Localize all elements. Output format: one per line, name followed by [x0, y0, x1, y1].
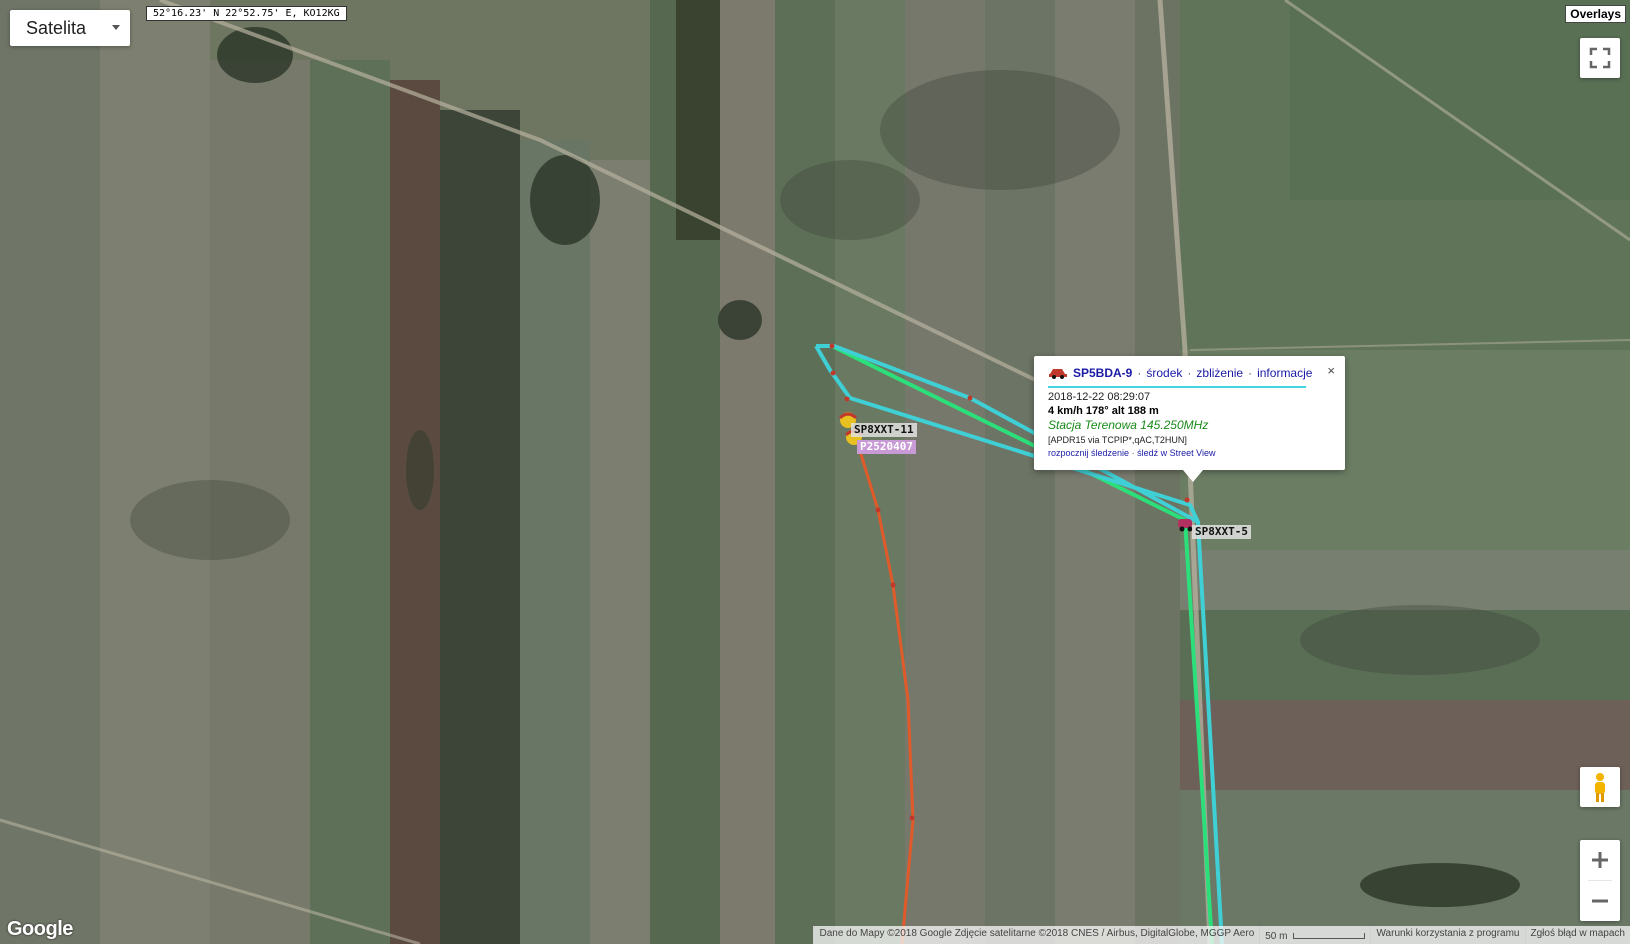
- google-logo[interactable]: Google: [7, 918, 73, 941]
- street-view-button[interactable]: [1580, 767, 1620, 807]
- chevron-down-icon: [112, 25, 120, 30]
- car-icon: [1049, 369, 1067, 379]
- attribution-bar: Dane do Mapy ©2018 Google Zdjęcie sateli…: [813, 926, 1630, 944]
- motion-info: 4 km/h 178° alt 188 m: [1048, 405, 1159, 417]
- plus-icon: [1592, 852, 1608, 868]
- scale-bar[interactable]: 50 m: [1259, 926, 1371, 944]
- close-icon[interactable]: ×: [1327, 363, 1335, 378]
- map-type-label: Satelita: [26, 17, 87, 38]
- marker-label-p2520407[interactable]: P2520407: [857, 440, 916, 454]
- pegman-icon: [1595, 773, 1605, 802]
- report-error-link[interactable]: Zgłoś błąd w mapach: [1524, 926, 1630, 944]
- satellite-map[interactable]: [0, 0, 1630, 944]
- terms-link[interactable]: Warunki korzystania z programu: [1370, 926, 1525, 944]
- overlays-button[interactable]: Overlays: [1565, 5, 1626, 23]
- info-window-header: SP5BDA-9 · środek · zbliżenie · informac…: [1048, 366, 1312, 380]
- info-window-divider: [1048, 386, 1306, 388]
- map-data-attribution: Dane do Mapy ©2018 Google Zdjęcie sateli…: [813, 926, 1260, 944]
- packet-path: [APDR15 via TCPIP*,qAC,T2HUN]: [1048, 435, 1187, 445]
- field-strips: [0, 0, 1630, 944]
- street-view-track-link[interactable]: śledź w Street View: [1137, 448, 1215, 458]
- zoom-in-button[interactable]: [1580, 840, 1620, 880]
- scale-line: [1293, 933, 1366, 939]
- separator: ·: [1131, 448, 1135, 458]
- station-comment: Stacja Terenowa 145.250MHz: [1048, 418, 1209, 432]
- callsign-link[interactable]: SP5BDA-9: [1073, 366, 1132, 380]
- center-link[interactable]: środek: [1146, 366, 1182, 380]
- minus-icon: [1592, 899, 1608, 903]
- separator: ·: [1137, 366, 1142, 380]
- info-window-pointer: [1183, 470, 1203, 482]
- separator: ·: [1248, 366, 1253, 380]
- cursor-coordinates: 52°16.23' N 22°52.75' E, KO12KG: [146, 6, 347, 21]
- start-tracking-link[interactable]: rozpocznij śledzenie: [1048, 448, 1129, 458]
- info-link[interactable]: informacje: [1257, 366, 1312, 380]
- map-type-select[interactable]: Satelita: [10, 10, 130, 46]
- scale-label: 50 m: [1265, 930, 1288, 942]
- zoom-out-button[interactable]: [1580, 881, 1620, 921]
- fullscreen-icon: [1589, 47, 1611, 69]
- zoom-control: [1580, 840, 1620, 921]
- fullscreen-button[interactable]: [1580, 38, 1620, 78]
- info-window: × SP5BDA-9 · środek · zbliżenie · inform…: [1034, 356, 1345, 482]
- marker-label-sp8xxt-5[interactable]: SP8XXT-5: [1192, 525, 1251, 539]
- info-window-actions: rozpocznij śledzenie · śledź w Street Vi…: [1048, 448, 1215, 458]
- separator: ·: [1187, 366, 1192, 380]
- marker-label-sp8xxt-11[interactable]: SP8XXT-11: [851, 423, 917, 437]
- zoom-link[interactable]: zbliżenie: [1196, 366, 1243, 380]
- timestamp: 2018-12-22 08:29:07: [1048, 391, 1151, 403]
